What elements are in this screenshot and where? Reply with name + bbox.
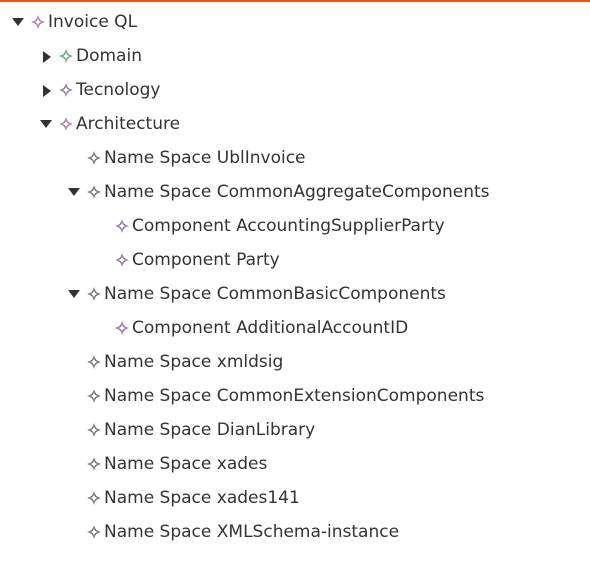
collapsed-triangle-icon[interactable]	[40, 42, 56, 70]
tree-row-tecnology[interactable]: Tecnology	[0, 76, 590, 104]
window-top-accent-border	[0, 0, 590, 2]
tree-label: Component AccountingSupplierParty	[132, 216, 445, 236]
tree-label: Name Space xmldsig	[104, 352, 284, 372]
tree-row-namespace[interactable]: Name Space xmldsig	[0, 348, 590, 376]
tree-row-component[interactable]: Component AccountingSupplierParty	[0, 212, 590, 240]
tree-row-namespace[interactable]: Name Space UblInvoice	[0, 144, 590, 172]
expanded-triangle-icon[interactable]	[10, 8, 26, 36]
tree-label: Name Space DianLibrary	[104, 420, 316, 440]
tree-row-namespace[interactable]: Name Space xades141	[0, 484, 590, 512]
expanded-triangle-icon[interactable]	[66, 178, 82, 206]
expanded-triangle-icon[interactable]	[38, 110, 54, 138]
node-diamond-icon	[30, 8, 46, 36]
tree-label: Name Space xades141	[104, 488, 300, 508]
tree-label: Architecture	[76, 114, 181, 134]
node-diamond-icon	[114, 246, 130, 274]
tree-row-namespace[interactable]: Name Space xades	[0, 450, 590, 478]
node-diamond-icon	[86, 518, 102, 546]
node-diamond-icon	[58, 110, 74, 138]
tree-label: Name Space CommonBasicComponents	[104, 284, 446, 304]
tree-row-namespace[interactable]: Name Space CommonBasicComponents	[0, 280, 590, 308]
node-diamond-icon	[86, 416, 102, 444]
tree-row-architecture[interactable]: Architecture	[0, 110, 590, 138]
tree-label: Name Space XMLSchema-instance	[104, 522, 400, 542]
tree-row-namespace[interactable]: Name Space DianLibrary	[0, 416, 590, 444]
tree-label: Tecnology	[76, 80, 161, 100]
node-diamond-icon	[86, 348, 102, 376]
tree-label: Name Space CommonAggregateComponents	[104, 182, 490, 202]
tree-label: Name Space UblInvoice	[104, 148, 306, 168]
expanded-triangle-icon[interactable]	[66, 280, 82, 308]
tree-row-domain[interactable]: Domain	[0, 42, 590, 70]
collapsed-triangle-icon[interactable]	[40, 76, 56, 104]
node-diamond-icon	[114, 314, 130, 342]
tree-row-invoice-ql[interactable]: Invoice QL	[0, 8, 590, 36]
tree-label: Component Party	[132, 250, 280, 270]
tree-row-namespace[interactable]: Name Space XMLSchema-instance	[0, 518, 590, 546]
tree-label: Name Space CommonExtensionComponents	[104, 386, 485, 406]
node-diamond-icon	[58, 42, 74, 70]
tree-row-namespace[interactable]: Name Space CommonExtensionComponents	[0, 382, 590, 410]
node-diamond-icon	[86, 178, 102, 206]
tree-label: Domain	[76, 46, 142, 66]
tree-label: Invoice QL	[48, 12, 138, 32]
node-diamond-icon	[86, 382, 102, 410]
tree-label: Component AdditionalAccountID	[132, 318, 409, 338]
node-diamond-icon	[86, 450, 102, 478]
node-diamond-icon	[58, 76, 74, 104]
node-diamond-icon	[114, 212, 130, 240]
tree-label: Name Space xades	[104, 454, 268, 474]
node-diamond-icon	[86, 280, 102, 308]
node-diamond-icon	[86, 484, 102, 512]
node-diamond-icon	[86, 144, 102, 172]
tree-row-component[interactable]: Component AdditionalAccountID	[0, 314, 590, 342]
tree-row-component[interactable]: Component Party	[0, 246, 590, 274]
tree-row-namespace[interactable]: Name Space CommonAggregateComponents	[0, 178, 590, 206]
